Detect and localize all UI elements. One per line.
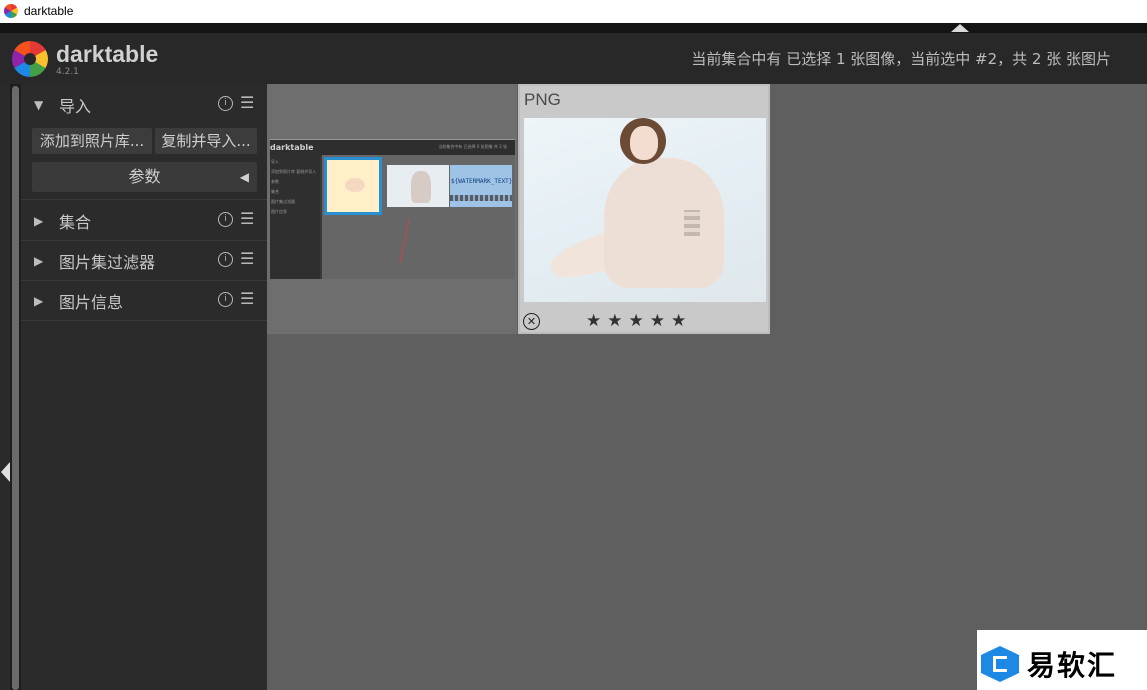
triangle-right-icon: ▶ (34, 294, 44, 308)
hamburger-menu-icon[interactable]: ☰ (240, 209, 254, 228)
top-panel-toggle-arrow-icon[interactable] (951, 24, 969, 32)
darktable-logo-icon (12, 41, 48, 77)
reject-icon[interactable]: ✕ (523, 313, 540, 330)
window-title: darktable (24, 4, 74, 18)
thumbnail-1-image: darktable 当前集合中有 已选择 0 张图像 共 3 张 导入 添加到照… (270, 139, 515, 279)
version-label: 4.2.1 (56, 67, 79, 77)
info-icon[interactable]: i (218, 212, 233, 227)
module-collection-filters[interactable]: ▶ 图片集过滤器 i ☰ (21, 240, 267, 281)
parameters-expander[interactable]: 参数 ◀ (32, 162, 257, 192)
mini-side-line: 图片集过滤器 (271, 199, 295, 204)
watermark-text: 易软汇 (1027, 649, 1118, 682)
info-icon[interactable]: i (218, 96, 233, 111)
brand-name: darktable (56, 41, 159, 67)
left-panel-collapse-arrow-icon[interactable] (1, 462, 10, 482)
file-extension-label: PNG (524, 90, 561, 109)
hamburger-menu-icon[interactable]: ☰ (240, 289, 254, 308)
mini-side-line: 添加到照片库 复制并导入 (271, 169, 317, 174)
mini-grid: ${WATERMARK_TEXT} (322, 155, 515, 279)
module-import: ▼ 导入 i ☰ 添加到照片库... 复制并导入... 参数 ◀ (21, 84, 267, 200)
selection-status: 当前集合中有 已选择 1 张图像，当前选中 #2，共 2 张 张图片 (691, 50, 1111, 68)
mini-brand: darktable (270, 143, 314, 152)
mini-thumb-selected (324, 157, 382, 215)
mini-header: darktable 当前集合中有 已选择 0 张图像 共 3 张 (270, 139, 515, 156)
darktable-app-icon (4, 4, 18, 18)
site-watermark: 易软汇 (977, 630, 1147, 690)
triangle-right-icon: ▶ (34, 254, 44, 268)
triangle-left-icon: ◀ (239, 170, 249, 184)
mini-thumb-photo (387, 165, 449, 207)
parameters-label: 参数 (128, 167, 161, 186)
hamburger-menu-icon[interactable]: ☰ (240, 249, 254, 268)
info-icon[interactable]: i (218, 252, 233, 267)
mini-side-line: 导入 (271, 159, 279, 164)
header-bar: darktable 4.2.1 当前集合中有 已选择 1 张图像，当前选中 #2… (0, 33, 1147, 84)
hamburger-menu-icon[interactable]: ☰ (240, 93, 254, 112)
mini-side-line: 参数 (271, 179, 279, 184)
module-collections-label: 集合 (59, 213, 92, 232)
mini-thumb-watermark: ${WATERMARK_TEXT} (450, 165, 512, 207)
module-collections[interactable]: ▶ 集合 i ☰ (21, 200, 267, 241)
copy-and-import-button[interactable]: 复制并导入... (155, 128, 257, 154)
lighttable-center-view[interactable]: darktable 当前集合中有 已选择 0 张图像 共 3 张 导入 添加到照… (267, 84, 1147, 690)
triangle-down-icon: ▼ (34, 98, 44, 112)
mini-side-panel: 导入 添加到照片库 复制并导入 参数 集合 图片集过滤器 图片信息 (270, 155, 320, 279)
module-image-information[interactable]: ▶ 图片信息 i ☰ (21, 280, 267, 321)
left-panel-scrollbar[interactable] (12, 86, 19, 690)
module-import-header[interactable]: ▼ 导入 i ☰ (21, 84, 267, 124)
triangle-right-icon: ▶ (34, 214, 44, 228)
star-rating[interactable]: ★★★★★ (586, 311, 692, 331)
module-import-label: 导入 (59, 97, 92, 116)
mini-watermark-text: ${WATERMARK_TEXT} (451, 178, 513, 185)
info-icon[interactable]: i (218, 292, 233, 307)
mini-status: 当前集合中有 已选择 0 张图像 共 3 张 (438, 144, 507, 149)
mini-red-line (399, 219, 410, 263)
mini-side-line: 集合 (271, 189, 279, 194)
module-image-information-label: 图片信息 (59, 293, 124, 312)
pixelated-region (684, 210, 700, 236)
thumbnail-2-image (524, 118, 766, 302)
window-titlebar: darktable (0, 0, 1147, 23)
thumbnail-2[interactable]: PNG ✕ ★★★★★ (518, 84, 770, 334)
thumbnail-1[interactable]: darktable 当前集合中有 已选择 0 张图像 共 3 张 导入 添加到照… (267, 84, 517, 334)
top-panel-strip (0, 23, 1147, 33)
left-panel: ▼ 导入 i ☰ 添加到照片库... 复制并导入... 参数 ◀ ▶ 集合 i … (21, 84, 267, 690)
watermark-logo-icon (981, 646, 1019, 682)
left-edge-border (0, 84, 10, 690)
module-collection-filters-label: 图片集过滤器 (59, 253, 156, 272)
mini-side-line: 图片信息 (271, 209, 287, 214)
add-to-library-button[interactable]: 添加到照片库... (32, 128, 152, 154)
